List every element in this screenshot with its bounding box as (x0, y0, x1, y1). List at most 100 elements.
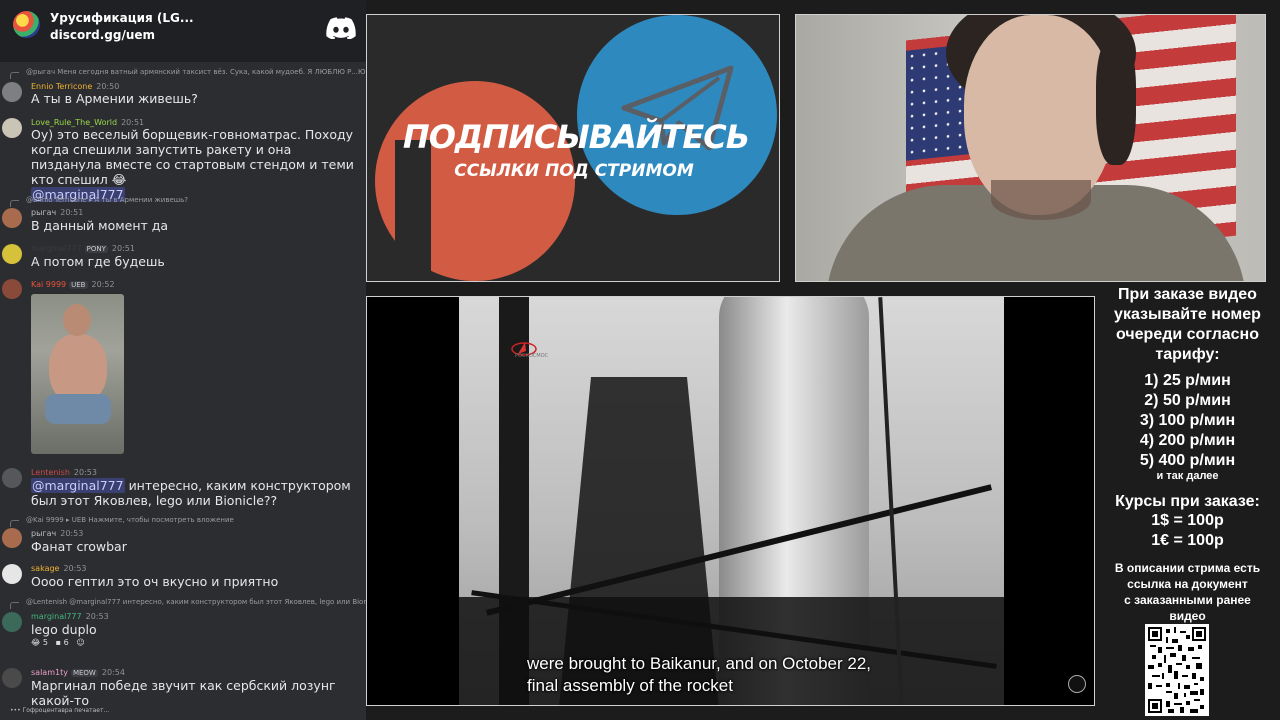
video-frame: РОСКОСМОС (459, 297, 1004, 705)
image-attachment[interactable] (31, 294, 124, 454)
avatar[interactable] (2, 468, 22, 488)
message-text-content: Оу) это веселый борщевик-говноматрас. По… (31, 127, 354, 187)
username[interactable]: рыгач (31, 208, 56, 217)
info-heading-line: очереди согласно (1115, 326, 1259, 343)
timestamp: 20:51 (60, 208, 84, 217)
username-row: salam1ty MEOW 20:54 (31, 668, 125, 677)
username-row: Ennio Terricone 20:50 (31, 82, 119, 91)
tariff-item: 2) 50 р/мин (1144, 392, 1231, 409)
info-heading: При заказе видео указывайте номер очеред… (1095, 285, 1280, 365)
reaction[interactable]: 😂 5 (31, 638, 48, 647)
tariff-item: 3) 100 р/мин (1139, 412, 1236, 429)
promo-banner: ПОДПИСЫВАЙТЕСЬ ССЫЛКИ ПОД СТРИМОМ (366, 14, 780, 282)
timestamp: 20:54 (101, 668, 125, 677)
message-text: В данный момент да (31, 218, 169, 233)
description-note: В описании стрима есть ссылка на докумен… (1095, 560, 1280, 624)
mention[interactable]: @marginal777 (31, 478, 125, 493)
timestamp: 20:52 (91, 280, 115, 289)
promo-subtitle: ССЫЛКИ ПОД СТРИМОМ (454, 161, 694, 181)
chat-panel: Урусификация (LG... discord.gg/uem @рыга… (0, 0, 366, 720)
reactions: 😂 5 ▪ 6 ☺ (31, 638, 85, 647)
reply-preview[interactable]: @рыгач Меня сегодня ватный армянский так… (9, 68, 366, 79)
rates-heading: Курсы при заказе: (1115, 493, 1260, 510)
video-logo-text: РОСКОСМОС (515, 353, 549, 359)
chat-header: Урусификация (LG... discord.gg/uem (0, 0, 366, 62)
username[interactable]: Ennio Terricone (31, 82, 92, 91)
watermark-icon (1068, 675, 1086, 693)
server-icon[interactable] (13, 11, 40, 38)
qr-code[interactable] (1145, 624, 1209, 716)
username[interactable]: Kai 9999 (31, 280, 66, 289)
streamer-hair-side (1096, 35, 1136, 165)
avatar[interactable] (2, 612, 22, 632)
info-heading-line: При заказе видео (1118, 286, 1257, 303)
username[interactable]: sakage (31, 564, 59, 573)
tariff-item: 1) 25 р/мин (1144, 372, 1231, 389)
reaction[interactable]: ▪ 6 (56, 638, 69, 647)
emoji: 😂 (111, 172, 127, 187)
message-text: Оу) это веселый борщевик-говноматрас. По… (31, 127, 361, 202)
avatar[interactable] (2, 564, 22, 584)
video-subtitle: were brought to Baikanur, and on October… (367, 653, 1094, 697)
avatar[interactable] (2, 668, 22, 688)
rates-list: 1$ = 100р 1€ = 100р (1095, 511, 1280, 551)
avatar[interactable] (2, 118, 22, 138)
username-row: marginal777 PONY 20:51 (31, 244, 135, 253)
subtitle-line: final assembly of the rocket (527, 676, 733, 695)
timestamp: 20:53 (60, 529, 84, 538)
timestamp: 20:50 (96, 82, 120, 91)
avatar[interactable] (2, 208, 22, 228)
message-text: lego duplo (31, 622, 97, 637)
message-text: Фанат crowbar (31, 539, 127, 554)
note-line: ссылка на документ (1127, 577, 1248, 591)
rate-item: 1$ = 100р (1151, 512, 1224, 529)
tariff-item: 5) 400 р/мин (1139, 452, 1236, 469)
avatar[interactable] (2, 279, 22, 299)
promo-title: ПОДПИСЫВАЙТЕСЬ (402, 118, 750, 156)
username-row: рыгач 20:53 (31, 529, 83, 538)
username[interactable]: salam1ty (31, 668, 68, 677)
timestamp: 20:53 (85, 612, 109, 621)
message-text: Оооо гептил это оч вкусно и приятно (31, 574, 279, 589)
timestamp: 20:51 (121, 118, 145, 127)
username-row: Kai 9999 UEB 20:52 (31, 280, 115, 289)
subtitle-line: were brought to Baikanur, and on October… (527, 654, 872, 673)
reply-preview[interactable]: @Lentenish @marginal777 интересно, каким… (10, 598, 366, 609)
username-row: рыгач 20:51 (31, 208, 83, 217)
username-row: sakage 20:53 (31, 564, 87, 573)
avatar[interactable] (2, 528, 22, 548)
username[interactable]: Lentenish (31, 468, 70, 477)
username[interactable]: рыгач (31, 529, 56, 538)
username-row: marginal777 20:53 (31, 612, 109, 621)
tariff-item: 4) 200 р/мин (1139, 432, 1236, 449)
reply-preview[interactable]: @Kai 9999 ▸ UEB Нажмите, чтобы посмотрет… (10, 516, 234, 527)
username-row: Love_Rule_The_World 20:51 (31, 118, 144, 127)
username[interactable]: Love_Rule_The_World (31, 118, 117, 127)
typing-indicator: ••• Гофроцентавра печатает... (10, 707, 110, 714)
timestamp: 20:53 (73, 468, 97, 477)
server-invite[interactable]: discord.gg/uem (50, 28, 155, 42)
avatar[interactable] (2, 244, 22, 264)
reply-preview[interactable]: @Ennio Terricone ▸ А ты в Армении живешь… (9, 196, 188, 207)
note-line: с заказанными ранее (1124, 593, 1251, 607)
message-text: А ты в Армении живешь? (31, 91, 198, 106)
username[interactable]: marginal777 (31, 244, 82, 253)
server-name: Урусификация (LG... (50, 11, 194, 25)
video-player[interactable]: РОСКОСМОС were brought to Baikanur, and … (366, 296, 1095, 706)
order-info-panel: При заказе видео указывайте номер очеред… (1095, 282, 1280, 720)
add-reaction-icon[interactable]: ☺ (76, 638, 84, 647)
username[interactable]: marginal777 (31, 612, 82, 621)
role-badge: PONY (84, 245, 108, 253)
message-text: @marginal777 интересно, каким конструкто… (31, 478, 361, 508)
webcam-feed (795, 14, 1266, 282)
note-line: видео (1169, 609, 1206, 623)
message-text: Маргинал победе звучит как сербский лозу… (31, 678, 336, 708)
discord-icon (326, 17, 356, 39)
message-text: А потом где будешь (31, 254, 165, 269)
timestamp: 20:53 (63, 564, 87, 573)
role-badge: UEB (69, 281, 88, 289)
role-badge: MEOW (70, 669, 98, 677)
avatar[interactable] (2, 82, 22, 102)
info-heading-line: указывайте номер (1114, 306, 1261, 323)
tariff-list: 1) 25 р/мин 2) 50 р/мин 3) 100 р/мин 4) … (1095, 371, 1280, 471)
